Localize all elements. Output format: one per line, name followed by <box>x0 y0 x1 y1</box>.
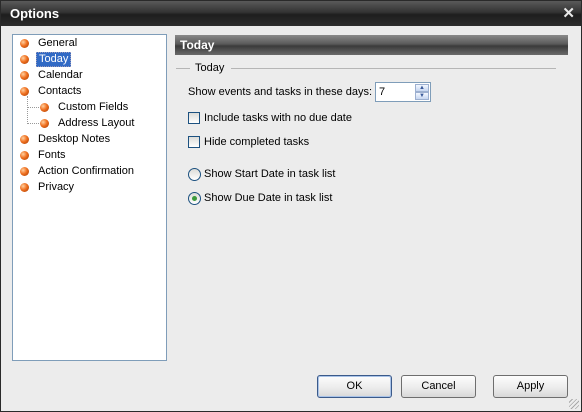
tree-item-label: Action Confirmation <box>38 165 134 177</box>
bullet-icon <box>40 103 49 112</box>
tree-item-label: Contacts <box>38 85 82 97</box>
apply-button[interactable]: Apply <box>493 375 568 398</box>
bullet-icon <box>40 119 49 128</box>
spin-up-icon[interactable]: ▲ <box>415 84 429 92</box>
hide-completed-checkbox[interactable] <box>188 136 200 148</box>
bullet-icon <box>20 71 29 80</box>
options-tree[interactable]: General Today Calendar Contacts Custom F… <box>12 34 167 361</box>
show-due-date-label[interactable]: Show Due Date in task list <box>204 192 332 204</box>
tree-item-label: Today <box>36 52 72 67</box>
tree-guide-line <box>27 96 28 124</box>
bullet-icon <box>20 55 29 64</box>
show-due-date-radio[interactable] <box>188 192 201 205</box>
show-start-date-radio[interactable] <box>188 168 201 181</box>
bullet-icon <box>20 39 29 48</box>
tree-item-label: Fonts <box>38 149 66 161</box>
tree-item-label: Custom Fields <box>58 101 129 113</box>
panel-header: Today <box>175 35 568 55</box>
panel-header-title: Today <box>180 38 215 52</box>
show-start-date-label[interactable]: Show Start Date in task list <box>204 168 335 180</box>
group-divider <box>176 68 190 69</box>
close-icon[interactable]: ✕ <box>562 4 575 22</box>
options-window: Options ✕ General Today Calendar Contact… <box>0 0 582 412</box>
tree-item-label: Privacy <box>38 181 75 193</box>
cancel-button[interactable]: Cancel <box>401 375 476 398</box>
spin-down-icon[interactable]: ▼ <box>415 92 429 100</box>
days-label: Show events and tasks in these days: <box>188 86 373 98</box>
title-bar[interactable]: Options ✕ <box>1 1 581 26</box>
tree-item-label: Desktop Notes <box>38 133 111 145</box>
bullet-icon <box>20 167 29 176</box>
resize-grip-icon[interactable] <box>569 399 579 409</box>
tree-item-label: Address Layout <box>58 117 135 129</box>
tree-item-label: Calendar <box>38 69 83 81</box>
bullet-icon <box>20 135 29 144</box>
tree-item-label: General <box>38 37 78 49</box>
ok-button[interactable]: OK <box>317 375 392 398</box>
bullet-icon <box>20 151 29 160</box>
hide-completed-label[interactable]: Hide completed tasks <box>204 136 309 148</box>
group-title: Today <box>195 62 225 74</box>
bullet-icon <box>20 183 29 192</box>
window-title: Options <box>10 6 60 21</box>
bullet-icon <box>20 87 29 96</box>
include-no-due-label[interactable]: Include tasks with no due date <box>204 112 352 124</box>
days-value: 7 <box>379 86 386 98</box>
group-divider <box>231 68 556 69</box>
days-stepper[interactable]: 7 ▲ ▼ <box>375 82 431 102</box>
include-no-due-checkbox[interactable] <box>188 112 200 124</box>
